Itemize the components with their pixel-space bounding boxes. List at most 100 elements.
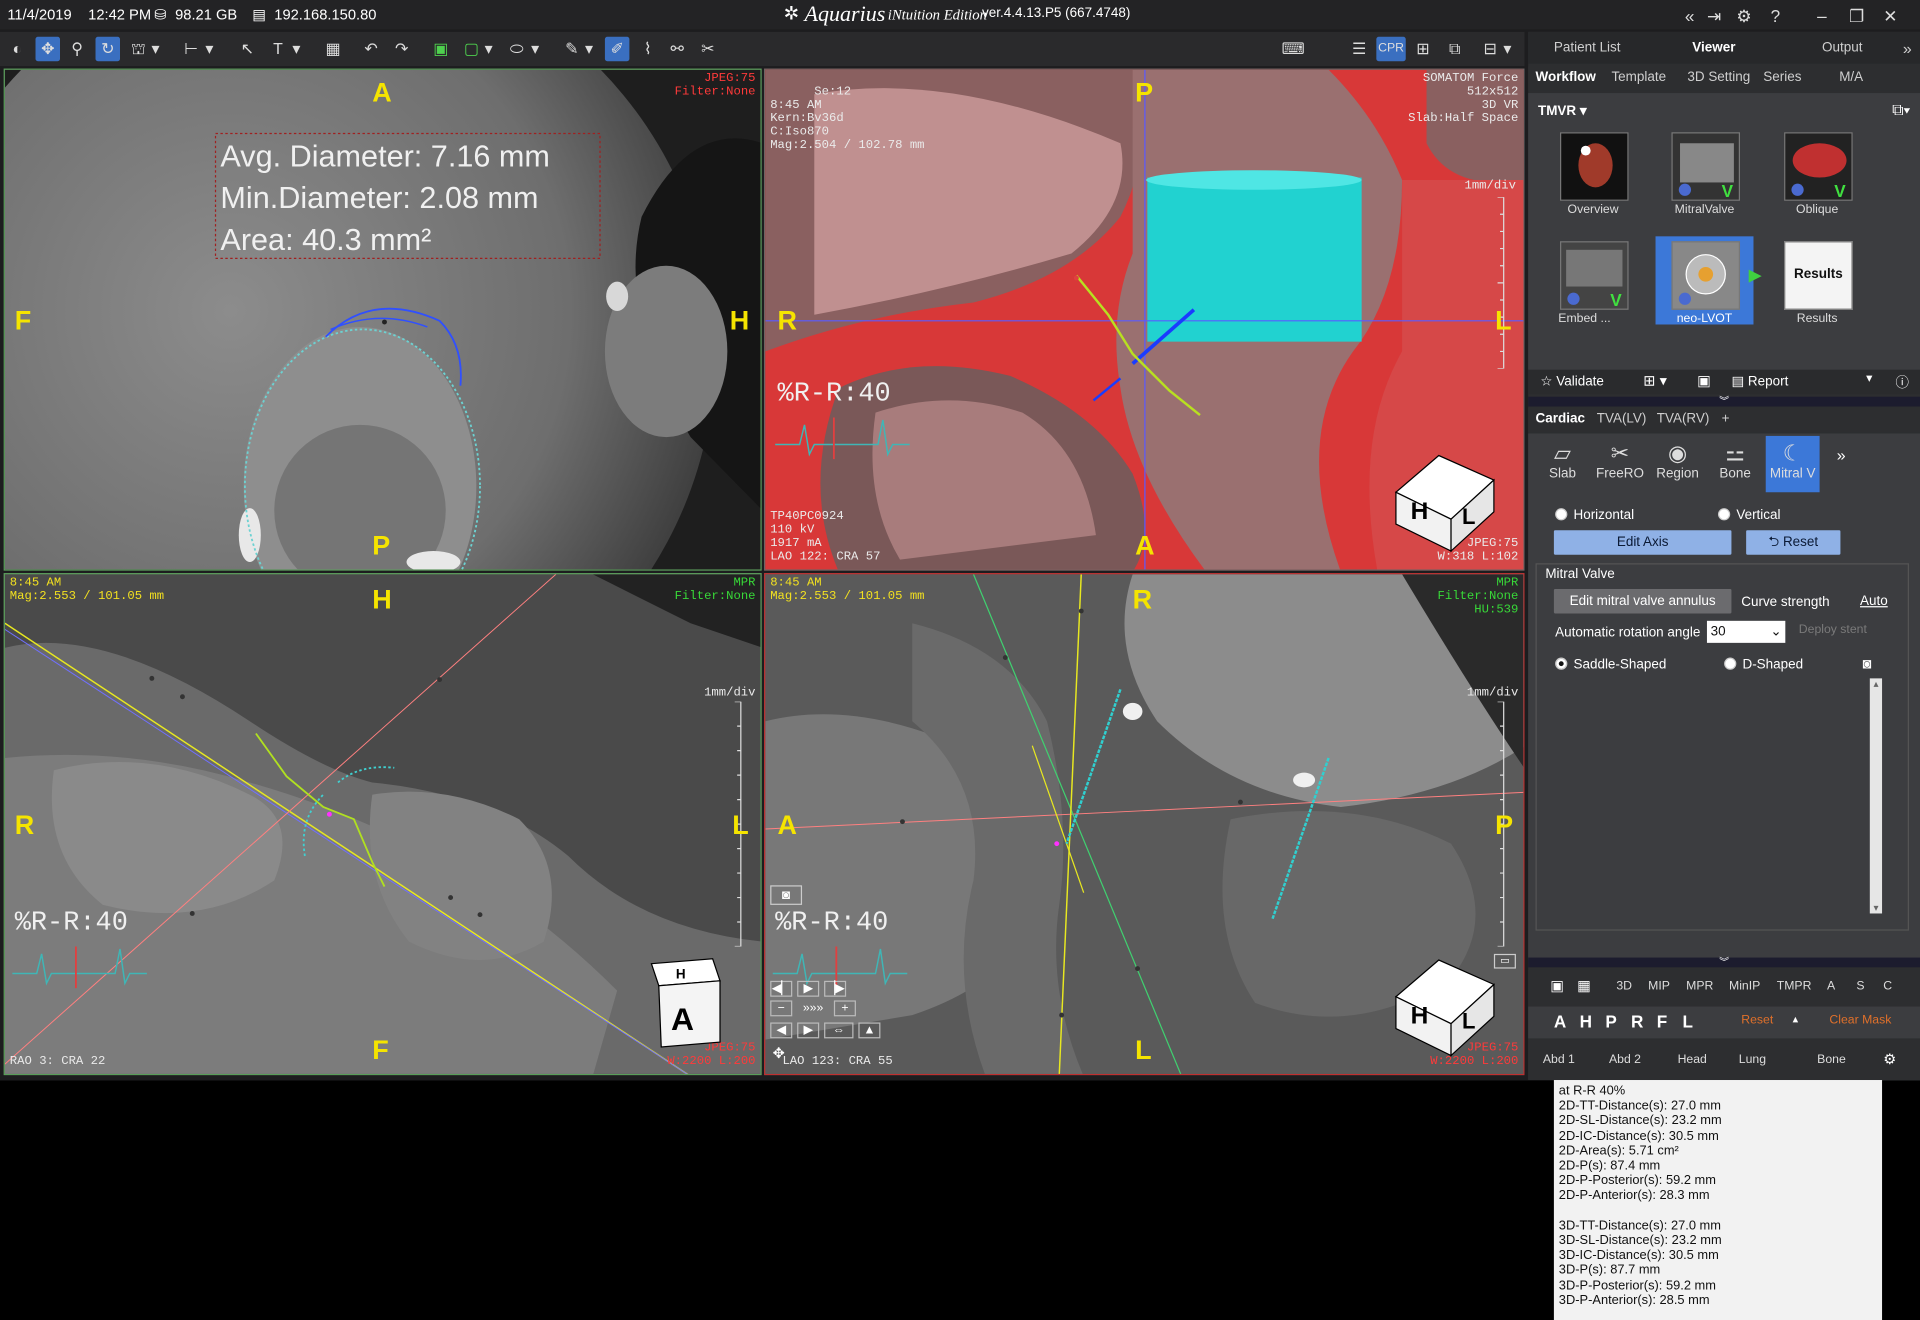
layout-icon[interactable]: ⊟: [1478, 37, 1502, 61]
rotate-icon[interactable]: ↻: [95, 36, 121, 62]
keyboard-icon[interactable]: ⌨: [1281, 37, 1305, 61]
results-scrollbar[interactable]: ▴ ▾: [1869, 678, 1883, 914]
orientation-cube-icon[interactable]: H L: [1384, 948, 1506, 1058]
dropdown-arrow-icon[interactable]: ▾: [482, 37, 494, 61]
mode-mip[interactable]: MIP: [1648, 980, 1670, 993]
zoom-icon[interactable]: ⚲: [65, 37, 89, 61]
mode-tmpr[interactable]: TMPR: [1777, 980, 1812, 993]
bone-tool[interactable]: ⚍ Bone: [1708, 441, 1762, 481]
tab-ma[interactable]: M/A: [1839, 70, 1863, 85]
thumb-results[interactable]: Results: [1784, 241, 1853, 310]
pointer-icon[interactable]: ↖: [235, 37, 259, 61]
mode-minip[interactable]: MinIP: [1729, 980, 1760, 993]
stamp-icon[interactable]: ⛫: [126, 37, 150, 61]
d-shaped-radio[interactable]: D-Shaped: [1724, 657, 1803, 672]
preset-lung[interactable]: Lung: [1739, 1053, 1766, 1066]
sculpt-icon[interactable]: ✂: [696, 37, 720, 61]
viewport-bottom-right[interactable]: 8:45 AM Mag:2.553 / 101.05 mm MPR Filter…: [764, 573, 1525, 1076]
undo-icon[interactable]: ↶: [359, 37, 383, 61]
paint-icon[interactable]: ✎: [560, 37, 584, 61]
more-tools-icon[interactable]: »: [1837, 446, 1846, 464]
vessel-icon[interactable]: ⌇: [636, 37, 660, 61]
preset-head[interactable]: Head: [1678, 1053, 1707, 1066]
ellipse-icon[interactable]: ⬭: [504, 37, 528, 61]
camera-icon[interactable]: ◙: [1862, 655, 1871, 672]
mode-c[interactable]: C: [1883, 980, 1892, 993]
play-arrow-icon[interactable]: ▶: [1749, 264, 1762, 285]
report-dropdown-icon[interactable]: ▾: [1866, 372, 1872, 385]
protocol-select[interactable]: TMVR ▾: [1538, 103, 1587, 119]
collapse-icon[interactable]: «: [1685, 6, 1695, 26]
horizontal-radio[interactable]: Horizontal: [1555, 508, 1634, 523]
minus-icon[interactable]: −: [770, 1000, 793, 1017]
next-frame-icon[interactable]: ▕▶: [824, 980, 847, 997]
orient-r-button[interactable]: R: [1631, 1011, 1643, 1031]
viewport-bottom-left[interactable]: 8:45 AM Mag:2.553 / 101.05 mm MPR Filter…: [3, 573, 762, 1076]
freero-tool[interactable]: ✂ FreeRO: [1593, 441, 1647, 481]
curve-tool-icon[interactable]: ✐: [604, 36, 630, 62]
cpr-button[interactable]: CPR: [1376, 36, 1406, 62]
info-icon[interactable]: ⓘ: [1896, 372, 1909, 392]
saddle-shaped-radio[interactable]: Saddle-Shaped: [1555, 657, 1666, 672]
orientation-cube-icon[interactable]: H L: [1384, 443, 1506, 553]
reset-button[interactable]: ⮌ Reset: [1746, 530, 1841, 555]
back-icon[interactable]: ◀: [770, 1022, 793, 1039]
add-icon[interactable]: ⊞ ▾: [1643, 372, 1667, 389]
minimize-icon[interactable]: –: [1817, 6, 1827, 26]
probe-icon[interactable]: ⚯: [665, 37, 689, 61]
preset-abd2[interactable]: Abd 2: [1609, 1053, 1641, 1066]
dropdown-arrow-icon[interactable]: ▾: [203, 37, 215, 61]
preset-abd1[interactable]: Abd 1: [1543, 1053, 1575, 1066]
move-icon[interactable]: ✥: [773, 1044, 785, 1061]
scroll-up-icon[interactable]: ▴: [1870, 678, 1882, 689]
mode-s[interactable]: S: [1856, 980, 1864, 993]
tab-output[interactable]: Output: [1822, 40, 1862, 55]
loop-icon[interactable]: ⇔: [824, 1022, 854, 1039]
text-annotation-icon[interactable]: T: [266, 37, 290, 61]
camera-icon[interactable]: ◙: [770, 885, 803, 905]
tab-workflow[interactable]: Workflow: [1536, 70, 1596, 85]
magnifier-icon[interactable]: ⧉: [1442, 37, 1466, 61]
layout-grid-icon[interactable]: ▦: [321, 37, 345, 61]
thumb-oblique[interactable]: V: [1784, 132, 1853, 201]
pan-icon[interactable]: ✥: [35, 36, 61, 62]
logout-icon[interactable]: ⇥: [1707, 6, 1721, 27]
restore-icon[interactable]: ❐: [1849, 6, 1864, 27]
prev-frame-icon[interactable]: ◀▏: [770, 980, 793, 997]
thumb-embed[interactable]: V: [1560, 241, 1629, 310]
dropdown-arrow-icon[interactable]: ▾: [1501, 37, 1513, 61]
plus-icon[interactable]: +: [833, 1000, 856, 1017]
orient-f-button[interactable]: F: [1657, 1011, 1667, 1031]
grid-4-icon[interactable]: ▦: [1577, 977, 1591, 994]
report-button[interactable]: ▤ Report: [1731, 373, 1788, 390]
deploy-stent-label[interactable]: Deploy stent: [1799, 623, 1867, 636]
orient-a-button[interactable]: A: [1554, 1011, 1566, 1031]
roi-square-icon[interactable]: ▢: [459, 37, 483, 61]
validate-button[interactable]: ☆ Validate: [1540, 373, 1604, 390]
auto-link[interactable]: Auto: [1860, 594, 1888, 609]
play-icon[interactable]: ▶: [797, 980, 820, 997]
close-icon[interactable]: ✕: [1883, 6, 1897, 27]
window-level-icon[interactable]: ◐: [5, 37, 29, 61]
redo-icon[interactable]: ↷: [389, 37, 413, 61]
tab-viewer[interactable]: Viewer: [1692, 40, 1735, 55]
collapse-handle-icon[interactable]: ︾: [1528, 957, 1920, 968]
viewport-top-left[interactable]: JPEG:75 Filter:None Avg. Diameter: 7.16 …: [3, 68, 762, 571]
collapse-handle-icon[interactable]: ︾: [1528, 396, 1920, 407]
results-textbox[interactable]: at R-R 40% 2D-TT-Distance(s): 27.0 mm 2D-S…: [1553, 1080, 1883, 1320]
thumb-neo-lvot[interactable]: [1671, 241, 1741, 310]
viewport-top-right[interactable]: Se:12 8:45 AM Kern:Bv36d C:Iso870 Mag:2.…: [764, 68, 1525, 571]
ruler-icon[interactable]: ⊢: [179, 37, 203, 61]
scroll-down-icon[interactable]: ▾: [1870, 902, 1882, 913]
tab-patient-list[interactable]: Patient List: [1554, 40, 1621, 55]
orient-h-button[interactable]: H: [1580, 1011, 1592, 1031]
dropdown-arrow-icon[interactable]: ▾: [529, 37, 541, 61]
rotation-angle-select[interactable]: 30 ⌄: [1706, 620, 1786, 643]
help-icon[interactable]: ?: [1771, 6, 1781, 26]
clear-mask-button[interactable]: Clear Mask: [1829, 1014, 1891, 1027]
preset-bone[interactable]: Bone: [1817, 1053, 1846, 1066]
reset-mask-button[interactable]: Reset: [1741, 1014, 1773, 1027]
settings-gear-icon[interactable]: ⚙: [1736, 6, 1751, 27]
export-icon[interactable]: ⧉▾: [1892, 100, 1910, 120]
edit-annulus-button[interactable]: Edit mitral valve annulus: [1553, 588, 1732, 614]
